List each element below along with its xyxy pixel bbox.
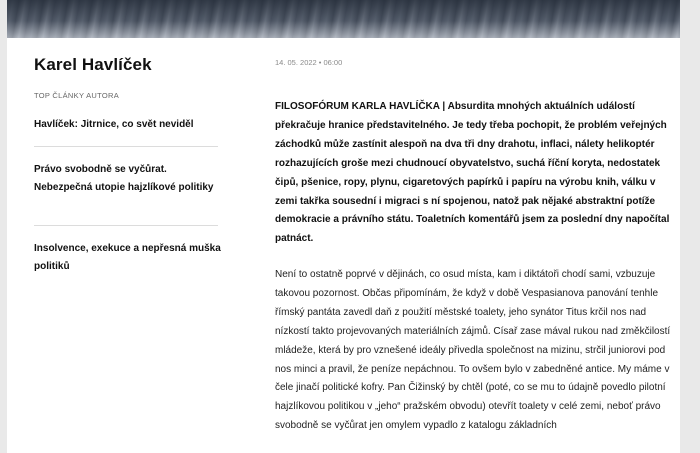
- sidebar-divider: [34, 146, 218, 147]
- sidebar-article-link[interactable]: Havlíček: Jitrnice, co svět neviděl: [34, 116, 222, 134]
- top-articles-label: TOP ČLÁNKY AUTORA: [34, 91, 119, 100]
- page-scrollbar[interactable]: [680, 0, 700, 453]
- article-page: Karel Havlíček TOP ČLÁNKY AUTORA Havlíče…: [7, 38, 680, 453]
- sidebar-article-link[interactable]: Insolvence, exekuce a nepřesná muška pol…: [34, 240, 222, 276]
- sidebar-article-link[interactable]: Právo svobodně se vyčůrat. Nebezpečná ut…: [34, 161, 222, 197]
- sidebar-divider: [34, 225, 218, 226]
- article-lead: FILOSOFÓRUM KARLA HAVLÍČKA | Absurdita m…: [275, 101, 670, 245]
- article-date: 14. 05. 2022 • 06:00: [275, 58, 343, 67]
- author-name[interactable]: Karel Havlíček: [34, 55, 152, 75]
- hero-image: [7, 0, 680, 38]
- article-body: Není to ostatně poprvé v dějinách, co os…: [275, 269, 671, 432]
